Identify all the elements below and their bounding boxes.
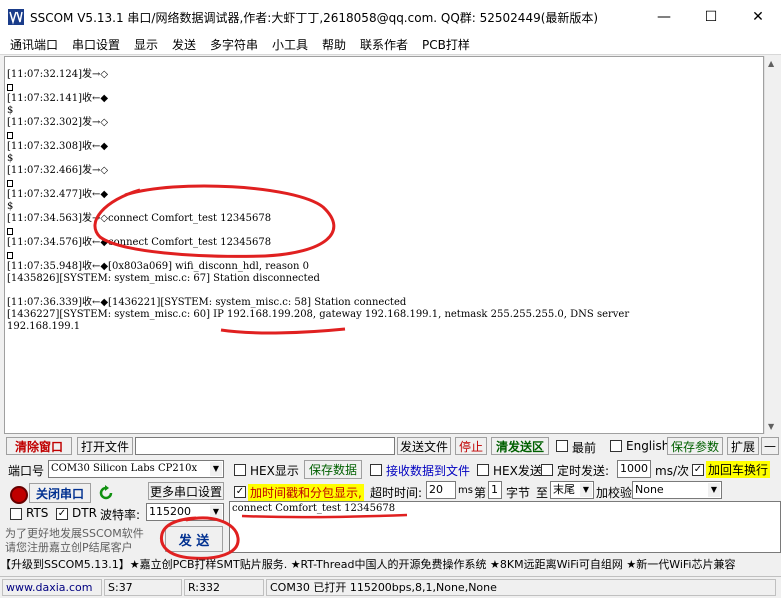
minimize-button[interactable]: — bbox=[641, 0, 687, 34]
byte-label: 字节 bbox=[506, 486, 531, 500]
clear-send-button[interactable]: 清发送区 bbox=[491, 437, 549, 455]
hex-display-label: HEX显示 bbox=[250, 464, 299, 478]
port-label: 端口号 bbox=[8, 464, 45, 478]
rts-checkbox[interactable] bbox=[10, 508, 22, 520]
menu-send[interactable]: 发送 bbox=[172, 36, 196, 53]
front-label: 最前 bbox=[572, 441, 597, 455]
red-annotation bbox=[93, 184, 346, 335]
maximize-button[interactable]: ☐ bbox=[688, 0, 734, 34]
more-settings-button[interactable]: 更多串口设置 bbox=[148, 482, 224, 500]
maximize-icon: ☐ bbox=[704, 9, 718, 25]
port-value: COM30 Silicon Labs CP210x bbox=[51, 463, 198, 474]
interval-unit: ms/次 bbox=[655, 464, 689, 478]
collapse-button[interactable]: — bbox=[761, 437, 779, 455]
menu-tools[interactable]: 小工具 bbox=[272, 36, 308, 53]
front-checkbox[interactable] bbox=[556, 440, 568, 452]
menu-display[interactable]: 显示 bbox=[134, 36, 158, 53]
hex-display-checkbox[interactable] bbox=[234, 464, 246, 476]
timed-send-checkbox[interactable] bbox=[541, 464, 553, 476]
stop-button[interactable]: 停止 bbox=[455, 437, 487, 455]
add-crlf-label: 加回车换行 bbox=[706, 461, 771, 478]
promo-line-2: 请您注册嘉立创P结尾客户 bbox=[5, 541, 133, 554]
status-received-count: R:332 bbox=[184, 579, 264, 596]
scroll-up-icon[interactable]: ▲ bbox=[768, 59, 774, 68]
close-port-button[interactable]: 关闭串口 bbox=[29, 483, 91, 503]
promo-ticker[interactable]: 【升级到SSCOM5.13.1】★嘉立创PCB打样SMT贴片服务. ★RT-Th… bbox=[0, 556, 781, 574]
interval-input[interactable]: 1000 bbox=[617, 460, 651, 478]
add-crlf-checkbox[interactable]: ✓ bbox=[692, 464, 704, 476]
open-file-button[interactable]: 打开文件 bbox=[77, 437, 133, 455]
red-underline-annotation bbox=[241, 513, 408, 519]
to-label: 至 bbox=[536, 486, 549, 500]
send-input[interactable]: connect Comfort_test 12345678 bbox=[229, 501, 781, 553]
chevron-down-icon: ▼ bbox=[708, 483, 720, 497]
menu-contact[interactable]: 联系作者 bbox=[360, 36, 408, 53]
minimize-icon: — bbox=[657, 9, 671, 25]
port-select[interactable]: COM30 Silicon Labs CP210x ▼ bbox=[48, 460, 224, 478]
receive-area[interactable]: [11:07:32.124]发→◇ [11:07:32.141]收←◆ $ [1… bbox=[4, 56, 764, 434]
status-sent-count: S:37 bbox=[104, 579, 182, 596]
save-data-button[interactable]: 保存数据 bbox=[304, 460, 362, 479]
checksum-value: None bbox=[635, 483, 664, 496]
menu-multi-string[interactable]: 多字符串 bbox=[210, 36, 258, 53]
hex-send-checkbox[interactable] bbox=[477, 464, 489, 476]
to-select[interactable]: 末尾 ▼ bbox=[550, 481, 594, 499]
menu-help[interactable]: 帮助 bbox=[322, 36, 346, 53]
chevron-down-icon: ▼ bbox=[210, 462, 222, 476]
chevron-down-icon: ▼ bbox=[580, 483, 592, 497]
status-bar: www.daxia.com S:37 R:332 COM30 已打开 11520… bbox=[0, 576, 781, 598]
timeout-unit: ms bbox=[458, 485, 473, 496]
menu-comm-port[interactable]: 通讯端口 bbox=[10, 36, 58, 53]
receive-scrollbar[interactable]: ▲ ▼ bbox=[764, 56, 781, 434]
dtr-checkbox[interactable]: ✓ bbox=[56, 508, 68, 520]
app-icon bbox=[8, 9, 24, 25]
save-params-button[interactable]: 保存参数 bbox=[667, 437, 723, 455]
close-button[interactable]: ✕ bbox=[735, 0, 781, 34]
english-label: English bbox=[626, 439, 670, 453]
window-title: SSCOM V5.13.1 串口/网络数据调试器,作者:大虾丁丁,2618058… bbox=[30, 11, 599, 25]
seq-label: 第 bbox=[474, 486, 487, 500]
status-site-link[interactable]: www.daxia.com bbox=[2, 579, 102, 596]
scroll-down-icon[interactable]: ▼ bbox=[768, 422, 774, 431]
red-circle-annotation bbox=[159, 516, 240, 560]
timed-send-label: 定时发送: bbox=[557, 464, 610, 478]
menu-pcb[interactable]: PCB打样 bbox=[422, 36, 470, 53]
timeout-input[interactable]: 20 bbox=[426, 481, 456, 499]
close-icon: ✕ bbox=[752, 9, 764, 25]
menu-serial-settings[interactable]: 串口设置 bbox=[72, 36, 120, 53]
timestamp-checkbox[interactable]: ✓ bbox=[234, 486, 246, 498]
baud-label: 波特率: bbox=[100, 508, 141, 522]
hex-send-label: HEX发送 bbox=[493, 464, 542, 478]
file-path-input[interactable] bbox=[135, 437, 395, 455]
dtr-label: DTR bbox=[72, 506, 97, 520]
timestamp-label: 加时间戳和分包显示, bbox=[248, 484, 364, 501]
port-status-icon bbox=[10, 486, 28, 504]
english-checkbox[interactable] bbox=[610, 440, 622, 452]
checksum-select[interactable]: None ▼ bbox=[632, 481, 722, 499]
seq-input[interactable]: 1 bbox=[488, 481, 502, 499]
refresh-icon[interactable] bbox=[97, 484, 115, 502]
recv-to-file-label: 接收数据到文件 bbox=[386, 464, 471, 478]
clear-window-button[interactable]: 清除窗口 bbox=[6, 437, 72, 455]
checksum-label: 加校验 bbox=[596, 486, 633, 500]
expand-button[interactable]: 扩展 bbox=[727, 437, 759, 455]
status-port-state: COM30 已打开 115200bps,8,1,None,None bbox=[266, 579, 776, 596]
timeout-label: 超时时间: bbox=[370, 486, 423, 500]
title-bar: SSCOM V5.13.1 串口/网络数据调试器,作者:大虾丁丁,2618058… bbox=[0, 0, 781, 34]
menu-bar: 通讯端口 串口设置 显示 发送 多字符串 小工具 帮助 联系作者 PCB打样 bbox=[0, 34, 781, 55]
send-file-button[interactable]: 发送文件 bbox=[397, 437, 451, 455]
to-value: 末尾 bbox=[553, 483, 575, 496]
rts-label: RTS bbox=[26, 506, 49, 520]
recv-to-file-checkbox[interactable] bbox=[370, 464, 382, 476]
